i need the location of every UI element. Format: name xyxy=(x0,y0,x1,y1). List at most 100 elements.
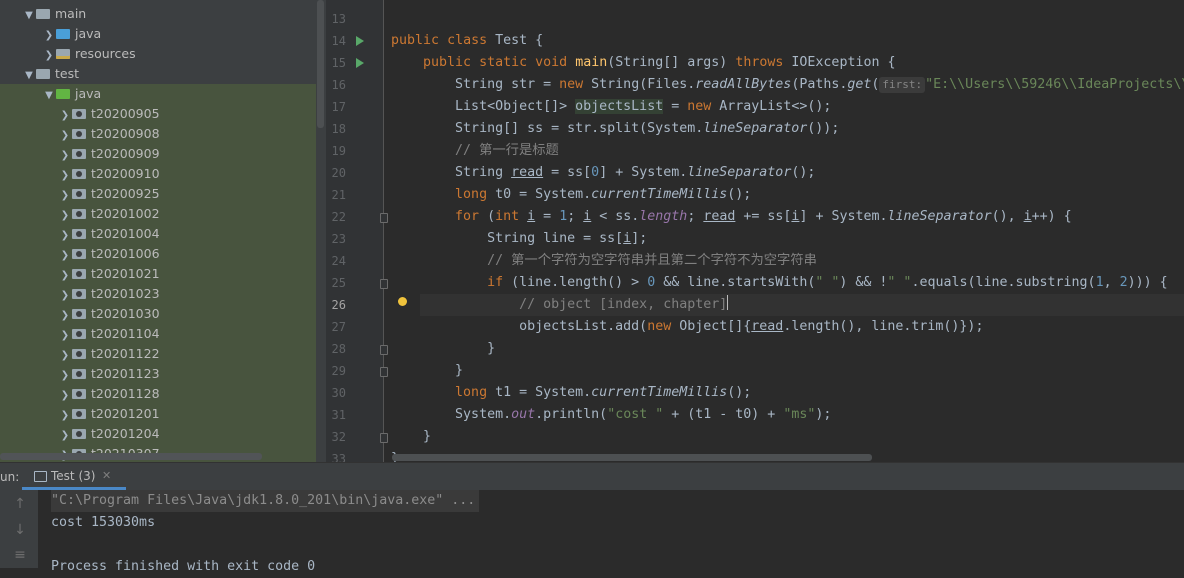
package-icon xyxy=(72,349,86,359)
package-icon xyxy=(72,429,86,439)
run-panel: un: Test (3) ✕ ↑ ↓ ≡ "C:\Program Files\J… xyxy=(0,462,1184,574)
code-line-16: String str = new String(Files.readAllByt… xyxy=(455,77,1184,93)
chevron-right-icon[interactable]: ❯ xyxy=(58,346,72,366)
tree-package-item[interactable]: ❯ t20201006 xyxy=(58,244,160,264)
chevron-right-icon[interactable]: ❯ xyxy=(58,186,72,206)
code-line-17: List<Object[]> objectsList = new ArrayLi… xyxy=(455,99,832,114)
tree-folder-main[interactable]: ▼ main xyxy=(22,4,86,24)
tree-package-item[interactable]: ❯ t20201104 xyxy=(58,324,160,344)
chevron-right-icon[interactable]: ❯ xyxy=(58,106,72,126)
chevron-right-icon[interactable]: ❯ xyxy=(58,426,72,446)
fold-icon[interactable] xyxy=(380,345,388,355)
run-tab-test[interactable]: Test (3) ✕ xyxy=(22,463,126,490)
console-exit-line: Process finished with exit code 0 xyxy=(51,559,316,574)
line-number: 27 xyxy=(331,320,346,334)
project-tree: ▼ main ❯ java ❯ resources ▼ test ▼ java ❯ t20200905… xyxy=(0,0,316,462)
tree-package-item[interactable]: ❯ t20200905 xyxy=(58,104,160,124)
tree-package-item[interactable]: ❯ t20201023 xyxy=(58,284,160,304)
tree-item-label: t20200908 xyxy=(91,126,160,141)
fold-icon[interactable] xyxy=(380,213,388,223)
code-line-18: String[] ss = str.split(System.lineSepar… xyxy=(455,121,840,136)
chevron-right-icon[interactable]: ❯ xyxy=(58,166,72,186)
console-output[interactable]: "C:\Program Files\Java\jdk1.8.0_201\bin\… xyxy=(38,490,1184,574)
code-line-19: // 第一行是标题 xyxy=(455,143,559,158)
line-number: 28 xyxy=(331,342,346,356)
chevron-right-icon[interactable]: ❯ xyxy=(58,266,72,286)
chevron-right-icon[interactable]: ❯ xyxy=(42,46,56,66)
line-number: 22 xyxy=(331,210,346,224)
chevron-right-icon[interactable]: ❯ xyxy=(58,246,72,266)
package-icon xyxy=(72,149,86,159)
package-icon xyxy=(72,409,86,419)
chevron-right-icon[interactable]: ❯ xyxy=(58,206,72,226)
package-icon xyxy=(72,249,86,259)
editor-horizontal-scrollbar[interactable] xyxy=(392,454,872,461)
tree-item-label: t20200909 xyxy=(91,146,160,161)
tree-item-label: main xyxy=(55,6,87,21)
arrow-down-icon[interactable]: ↓ xyxy=(10,520,30,540)
tree-item-label: t20201204 xyxy=(91,426,160,441)
run-main-icon[interactable] xyxy=(356,58,364,68)
run-tab-bar: un: Test (3) ✕ xyxy=(0,462,1184,490)
chevron-right-icon[interactable]: ❯ xyxy=(58,306,72,326)
code-line-15: public static void main(String[] args) t… xyxy=(423,55,896,70)
tree-item-label: t20201006 xyxy=(91,246,160,261)
tree-item-label: t20200910 xyxy=(91,166,160,181)
tree-item-label: t20201201 xyxy=(91,406,160,421)
chevron-down-icon[interactable]: ▼ xyxy=(22,66,36,86)
chevron-down-icon[interactable]: ▼ xyxy=(42,86,56,106)
chevron-right-icon[interactable]: ❯ xyxy=(58,386,72,406)
tree-package-item[interactable]: ❯ t20200925 xyxy=(58,184,160,204)
chevron-right-icon[interactable]: ❯ xyxy=(42,26,56,46)
chevron-right-icon[interactable]: ❯ xyxy=(58,286,72,306)
chevron-right-icon[interactable]: ❯ xyxy=(58,406,72,426)
tree-package-item[interactable]: ❯ t20200908 xyxy=(58,124,160,144)
console-tab-icon xyxy=(34,471,47,482)
tree-folder-test[interactable]: ▼ test xyxy=(22,64,79,84)
close-icon[interactable]: ✕ xyxy=(102,463,111,489)
soft-wrap-icon[interactable]: ≡ xyxy=(10,545,30,565)
parameter-hint: first: xyxy=(879,77,926,93)
tree-package-item[interactable]: ❯ t20201002 xyxy=(58,204,160,224)
package-icon xyxy=(72,109,86,119)
chevron-right-icon[interactable]: ❯ xyxy=(58,226,72,246)
chevron-right-icon[interactable]: ❯ xyxy=(58,366,72,386)
fold-icon[interactable] xyxy=(380,433,388,443)
tree-horizontal-scrollbar[interactable] xyxy=(0,453,262,460)
line-number: 26 xyxy=(331,298,346,312)
tree-package-item[interactable]: ❯ t20201201 xyxy=(58,404,160,424)
line-number: 19 xyxy=(331,144,346,158)
tree-package-item[interactable]: ❯ t20201122 xyxy=(58,344,160,364)
tree-folder-java[interactable]: ▼ java xyxy=(42,84,101,104)
tree-package-item[interactable]: ❯ t20201021 xyxy=(58,264,160,284)
console-command-line: "C:\Program Files\Java\jdk1.8.0_201\bin\… xyxy=(51,490,480,512)
tree-package-item[interactable]: ❯ t20201004 xyxy=(58,224,160,244)
tree-package-item[interactable]: ❯ t20201204 xyxy=(58,424,160,444)
test-source-folder-icon xyxy=(56,89,70,99)
chevron-right-icon[interactable]: ❯ xyxy=(58,146,72,166)
gutter-divider xyxy=(383,0,384,462)
tree-package-item[interactable]: ❯ t20201030 xyxy=(58,304,160,324)
tree-package-item[interactable]: ❯ t20200909 xyxy=(58,144,160,164)
fold-icon[interactable] xyxy=(380,367,388,377)
tree-package-item[interactable]: ❯ t20200910 xyxy=(58,164,160,184)
tree-vertical-scrollbar[interactable] xyxy=(316,0,326,462)
tree-item-label: t20201128 xyxy=(91,386,160,401)
line-number: 25 xyxy=(331,276,346,290)
tree-folder-resources[interactable]: ❯ resources xyxy=(42,44,136,64)
code-editor[interactable]: 13 14 15 16 17 18 19 20 21 22 23 24 25 26 27 28 29 30 31 32… xyxy=(326,0,1184,462)
chevron-down-icon[interactable]: ▼ xyxy=(22,6,36,26)
tree-package-item[interactable]: ❯ t20201123 xyxy=(58,364,160,384)
package-icon xyxy=(72,289,86,299)
tree-folder-java[interactable]: ❯ java xyxy=(42,24,101,44)
code-line-29: } xyxy=(455,363,464,378)
line-number: 29 xyxy=(331,364,346,378)
run-class-icon[interactable] xyxy=(356,36,364,46)
arrow-up-icon[interactable]: ↑ xyxy=(10,494,30,514)
fold-icon[interactable] xyxy=(380,279,388,289)
chevron-right-icon[interactable]: ❯ xyxy=(58,126,72,146)
chevron-right-icon[interactable]: ❯ xyxy=(58,326,72,346)
tree-scroll-thumb[interactable] xyxy=(317,0,324,128)
tree-item-label: t20201030 xyxy=(91,306,160,321)
tree-package-item[interactable]: ❯ t20201128 xyxy=(58,384,160,404)
